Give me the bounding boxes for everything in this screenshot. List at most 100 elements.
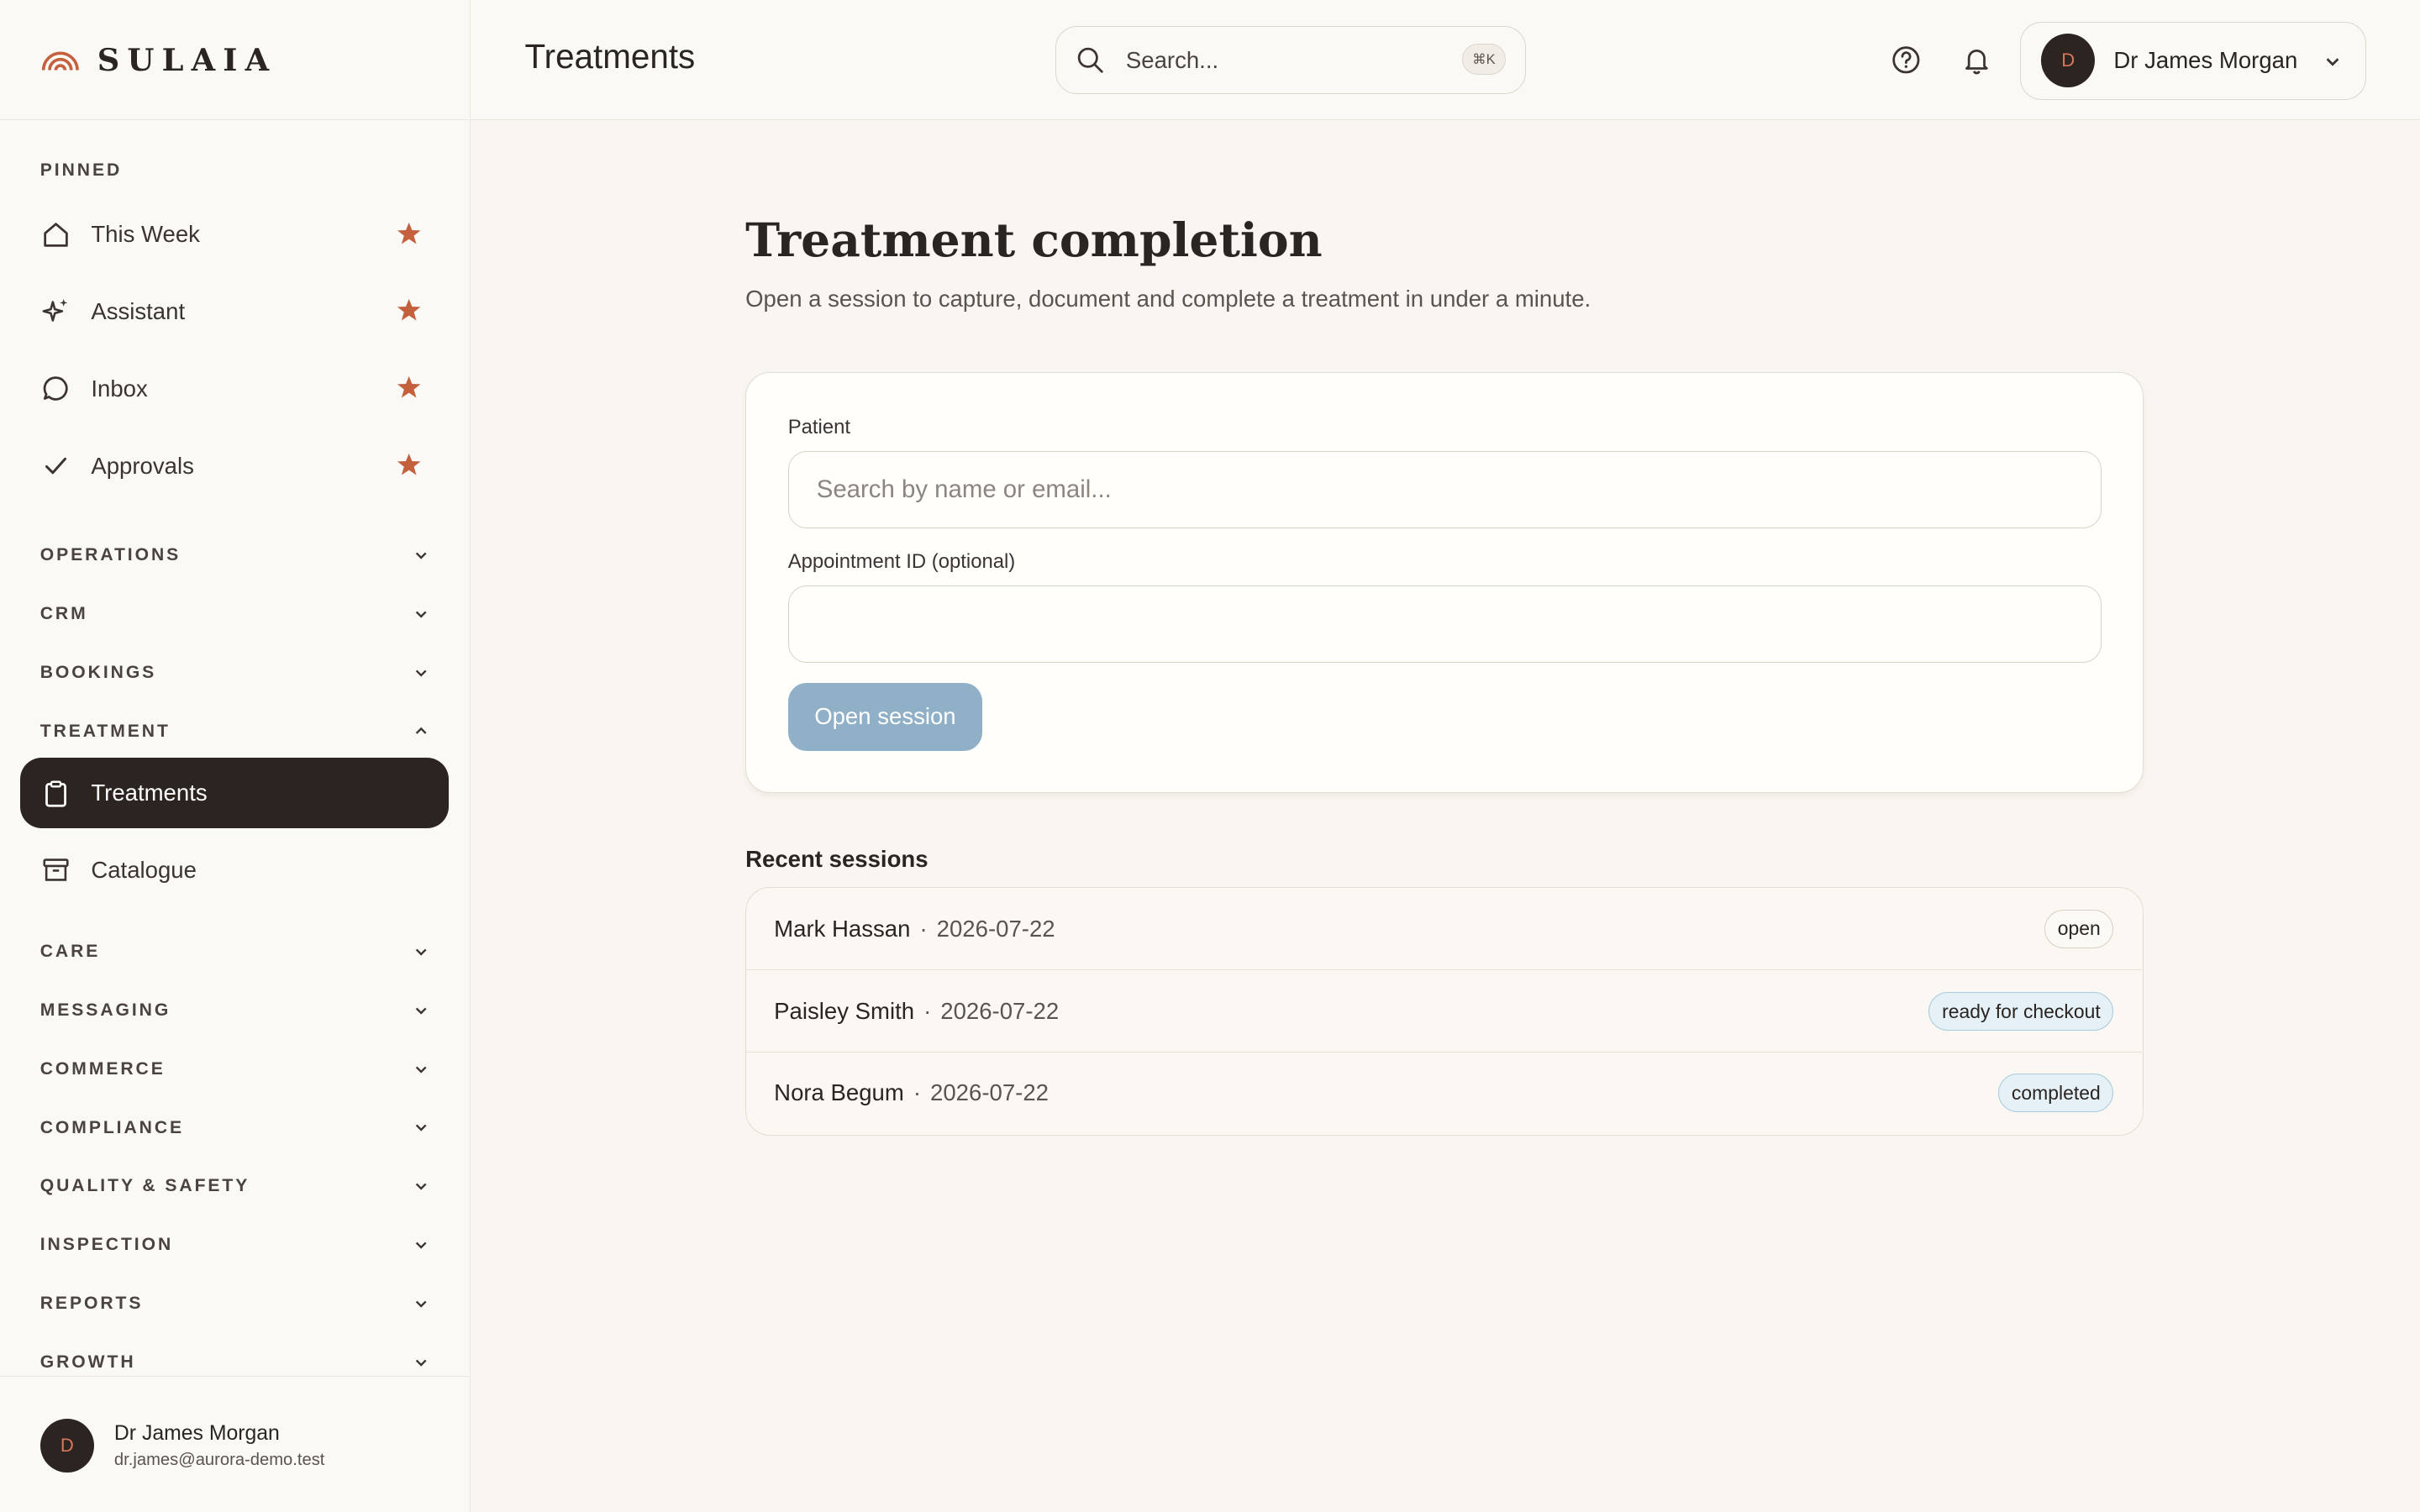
sparkles-icon [40, 297, 71, 328]
session-patient-name: Paisley Smith [774, 997, 915, 1024]
sidebar-item-catalogue[interactable]: Catalogue [20, 835, 450, 906]
avatar: D [2041, 33, 2096, 87]
appointment-id-label: Appointment ID (optional) [787, 549, 1016, 573]
nav-group-compliance[interactable]: COMPLIANCE [40, 1112, 429, 1143]
nav-group-crm[interactable]: CRM [40, 599, 429, 630]
nav-group-operations[interactable]: OPERATIONS [40, 540, 429, 571]
nav-group-label: INSPECTION [39, 1235, 174, 1255]
nav-group-label: QUALITY & SAFETY [39, 1176, 250, 1196]
chevron-down-icon [416, 1359, 427, 1367]
archive-box-icon [40, 855, 71, 886]
nav-group-bookings[interactable]: BOOKINGS [40, 657, 429, 688]
check-icon [40, 450, 71, 481]
nav-group-growth[interactable]: GROWTH [40, 1347, 429, 1378]
home-icon [40, 219, 71, 250]
session-form-card: Patient Appointment ID (optional) Open s… [745, 371, 2144, 794]
session-date: 2026-07-22 [936, 915, 1055, 942]
sidebar-item-label: Assistant [91, 298, 186, 324]
patient-search-input[interactable] [787, 451, 2102, 529]
nav-group-commerce[interactable]: COMMERCE [40, 1053, 429, 1084]
sidebar-item-label: This Week [91, 221, 200, 248]
chevron-down-icon [416, 611, 427, 618]
star-icon[interactable] [397, 297, 421, 322]
clipboard-icon [40, 778, 71, 809]
chevron-down-icon [416, 1125, 427, 1132]
sidebar-item-label: Inbox [91, 375, 148, 402]
sidebar-item-label: Approvals [91, 452, 194, 479]
keyboard-shortcut-badge: ⌘K [1462, 44, 1506, 76]
sidebar-item-inbox[interactable]: Inbox [20, 354, 450, 424]
chevron-up-icon [416, 727, 427, 735]
nav-group-care[interactable]: CARE [40, 937, 429, 968]
footer-user-name: Dr James Morgan [113, 1421, 280, 1445]
chevron-down-icon [416, 1066, 427, 1074]
brand-name: SULAIA [97, 41, 277, 78]
sidebar-item-this-week[interactable]: This Week [20, 199, 450, 270]
app-root: SULAIA PINNED This Week Assistant Inbox [0, 0, 2420, 1512]
help-circle-icon[interactable] [1891, 45, 1922, 76]
nav-group-label: COMMERCE [39, 1058, 166, 1079]
sidebar-item-label: Catalogue [91, 856, 197, 883]
chevron-down-icon [416, 1007, 427, 1015]
nav-group-label: REPORTS [39, 1294, 144, 1313]
separator: · [919, 915, 928, 942]
star-icon[interactable] [397, 221, 421, 245]
brand[interactable]: SULAIA [0, 0, 470, 121]
search-icon [1077, 47, 1103, 73]
session-patient-name: Mark Hassan [774, 915, 911, 942]
sidebar-user-footer[interactable]: D Dr James Morgan dr.james@aurora-demo.t… [0, 1376, 470, 1512]
separator: · [913, 1079, 922, 1105]
chevron-down-icon [2326, 57, 2339, 66]
sidebar: SULAIA PINNED This Week Assistant Inbox [0, 0, 471, 1512]
nav-group-label: TREATMENT [39, 721, 171, 741]
session-date: 2026-07-22 [930, 1079, 1049, 1105]
chevron-down-icon [416, 669, 427, 677]
status-badge: ready for checkout [1928, 992, 2114, 1032]
page-title: Treatments [524, 37, 696, 76]
bell-icon[interactable] [1961, 45, 1992, 76]
pinned-label: PINNED [39, 160, 123, 181]
nav-group-label: OPERATIONS [39, 545, 182, 565]
sidebar-item-approvals[interactable]: Approvals [20, 430, 450, 501]
nav-group-inspection[interactable]: INSPECTION [40, 1230, 429, 1261]
user-menu-button[interactable]: D Dr James Morgan [2020, 21, 2366, 101]
main-subtitle: Open a session to capture, document and … [745, 285, 1591, 312]
status-badge: completed [1998, 1074, 2114, 1113]
list-item[interactable]: Nora Begum · 2026-07-22 completed [746, 1051, 2142, 1133]
chevron-down-icon [416, 1242, 427, 1249]
list-item[interactable]: Mark Hassan · 2026-07-22 open [746, 888, 2141, 969]
topbar: Treatments Search... ⌘K D Dr James Morga… [471, 0, 2420, 121]
list-item[interactable]: Paisley Smith · 2026-07-22 ready for che… [746, 969, 2142, 1051]
nav-group-label: COMPLIANCE [39, 1117, 185, 1137]
avatar: D [39, 1418, 95, 1473]
star-icon[interactable] [397, 452, 421, 476]
nav-group-quality-safety[interactable]: QUALITY & SAFETY [40, 1171, 429, 1202]
search-placeholder: Search... [1125, 46, 1219, 73]
nav-group-label: MESSAGING [39, 1000, 171, 1021]
nav-group-messaging[interactable]: MESSAGING [40, 995, 429, 1026]
separator: · [923, 997, 932, 1024]
chevron-down-icon [416, 1300, 427, 1308]
open-session-button[interactable]: Open session [787, 682, 983, 751]
footer-user-email: dr.james@aurora-demo.test [113, 1451, 325, 1470]
chevron-down-icon [416, 1183, 427, 1190]
star-icon[interactable] [397, 375, 421, 399]
session-patient-name: Nora Begum [774, 1079, 904, 1105]
nav-group-reports[interactable]: REPORTS [40, 1289, 429, 1320]
chat-bubble-icon [40, 373, 71, 404]
nav-group-treatment[interactable]: TREATMENT [40, 716, 429, 747]
user-name: Dr James Morgan [2113, 47, 2298, 74]
chevron-down-icon [416, 552, 427, 559]
sidebar-item-treatments[interactable]: Treatments [19, 757, 450, 829]
appointment-id-input[interactable] [787, 585, 2102, 663]
chevron-down-icon [416, 948, 427, 956]
search-input[interactable]: Search... ⌘K [1055, 26, 1527, 95]
nav-group-label: CRM [39, 603, 88, 623]
brand-logo-icon [41, 52, 79, 71]
recent-sessions-list: Mark Hassan · 2026-07-22 open Paisley Sm… [745, 887, 2144, 1136]
nav-group-label: BOOKINGS [39, 662, 157, 682]
status-badge: open [2044, 909, 2114, 948]
nav-group-label: GROWTH [39, 1352, 136, 1372]
sidebar-item-assistant[interactable]: Assistant [20, 276, 450, 347]
sidebar-item-label: Treatments [91, 780, 208, 806]
